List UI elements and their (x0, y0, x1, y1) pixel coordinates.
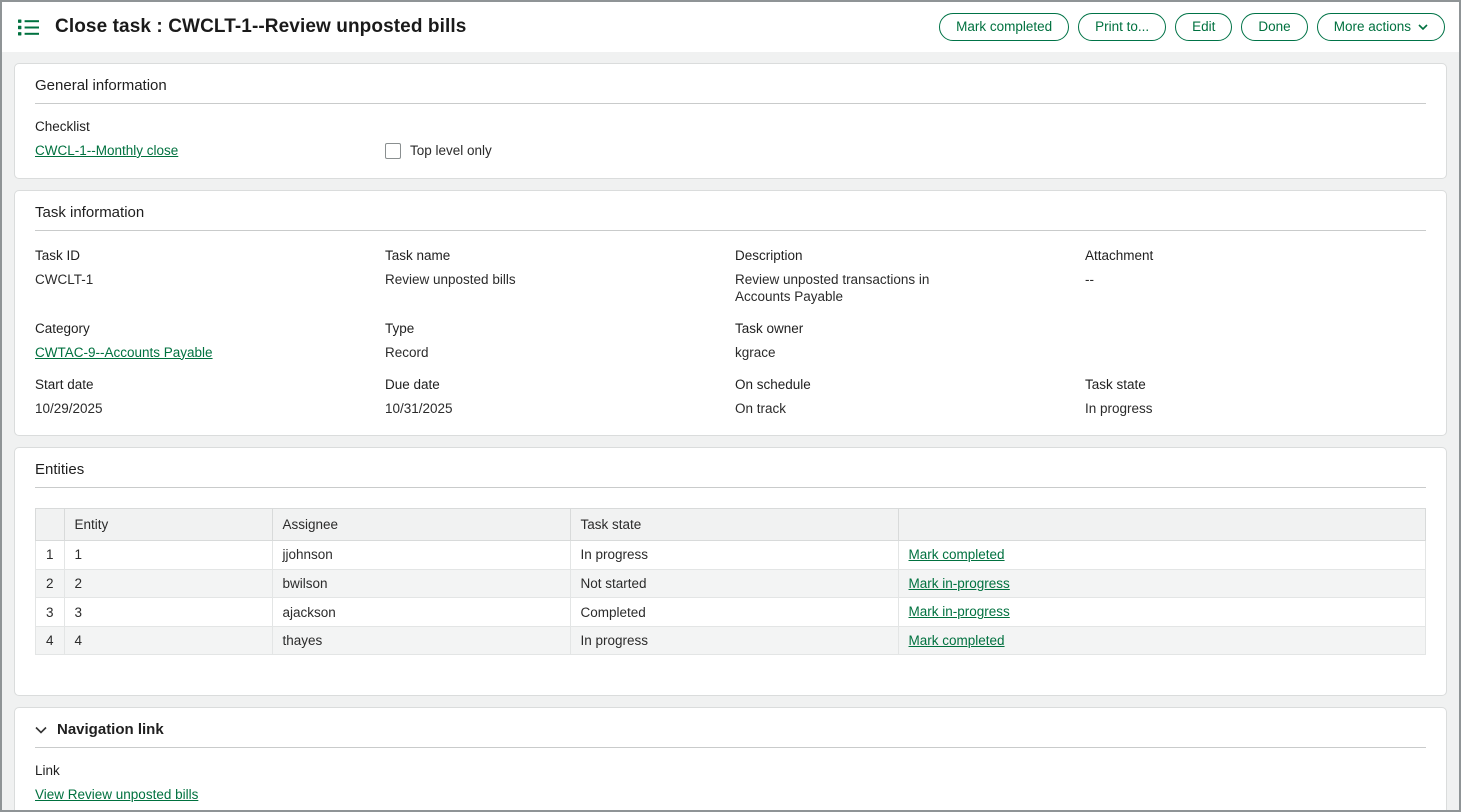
field-attachment: Attachment -- (1085, 248, 1426, 306)
table-row: 1 1 jjohnson In progress Mark completed (36, 541, 1426, 570)
entity-cell: 2 (64, 569, 272, 598)
top-level-only-checkbox[interactable] (385, 143, 401, 159)
mark-in-progress-link[interactable]: Mark in-progress (909, 604, 1010, 619)
collapse-chevron-icon[interactable] (35, 726, 47, 734)
more-actions-button[interactable]: More actions (1317, 13, 1445, 41)
entity-cell: 3 (64, 598, 272, 627)
checklist-link[interactable]: CWCL-1--Monthly close (35, 143, 178, 158)
assignee-cell: ajackson (272, 598, 570, 627)
more-actions-label: More actions (1334, 19, 1411, 35)
task-state-cell: In progress (570, 541, 898, 570)
main-content: General information Checklist CWCL-1--Mo… (2, 52, 1459, 812)
field-on-schedule: On schedule On track (735, 377, 1085, 417)
header: Close task : CWCLT-1--Review unposted bi… (2, 2, 1459, 52)
assignee-cell: thayes (272, 626, 570, 655)
entity-column-header: Entity (64, 509, 272, 541)
action-cell: Mark completed (898, 626, 1425, 655)
header-buttons: Mark completed Print to... Edit Done Mor… (939, 13, 1445, 41)
assignee-column-header: Assignee (272, 509, 570, 541)
entity-cell: 1 (64, 541, 272, 570)
field-task-owner: Task owner kgrace (735, 321, 1085, 362)
action-cell: Mark completed (898, 541, 1425, 570)
field-category: Category CWTAC-9--Accounts Payable (35, 321, 385, 362)
field-task-name: Task name Review unposted bills (385, 248, 735, 306)
entities-title: Entities (35, 461, 1426, 488)
entities-table: Entity Assignee Task state 1 1 jjohnson … (35, 508, 1426, 655)
action-cell: Mark in-progress (898, 598, 1425, 627)
chevron-down-icon (1418, 24, 1428, 30)
field-empty (1085, 321, 1426, 362)
action-cell: Mark in-progress (898, 569, 1425, 598)
navigation-link-section: Navigation link Link View Review unposte… (14, 707, 1447, 812)
table-row: 4 4 thayes In progress Mark completed (36, 626, 1426, 655)
field-type: Type Record (385, 321, 735, 362)
field-due-date: Due date 10/31/2025 (385, 377, 735, 417)
action-column-header (898, 509, 1425, 541)
field-task-state: Task state In progress (1085, 377, 1426, 417)
category-link[interactable]: CWTAC-9--Accounts Payable (35, 345, 213, 360)
field-task-id: Task ID CWCLT-1 (35, 248, 385, 306)
task-state-cell: In progress (570, 626, 898, 655)
task-state-column-header: Task state (570, 509, 898, 541)
table-header-row: Entity Assignee Task state (36, 509, 1426, 541)
assignee-cell: bwilson (272, 569, 570, 598)
field-start-date: Start date 10/29/2025 (35, 377, 385, 417)
entities-section: Entities Entity Assignee Task state (14, 447, 1447, 696)
top-level-only-label: Top level only (410, 143, 492, 158)
navigation-link-title: Navigation link (57, 721, 164, 738)
table-row: 3 3 ajackson Completed Mark in-progress (36, 598, 1426, 627)
general-information-section: General information Checklist CWCL-1--Mo… (14, 63, 1447, 179)
task-information-title: Task information (35, 204, 1426, 231)
mark-in-progress-link[interactable]: Mark in-progress (909, 576, 1010, 591)
print-to-button[interactable]: Print to... (1078, 13, 1166, 41)
mark-completed-button[interactable]: Mark completed (939, 13, 1069, 41)
done-button[interactable]: Done (1241, 13, 1307, 41)
row-number-header (36, 509, 65, 541)
view-review-unposted-bills-link[interactable]: View Review unposted bills (35, 787, 198, 802)
task-information-section: Task information Task ID CWCLT-1 Task na… (14, 190, 1447, 436)
checklist-list-icon[interactable] (16, 17, 41, 38)
checklist-label: Checklist (35, 119, 385, 136)
edit-button[interactable]: Edit (1175, 13, 1232, 41)
field-description: Description Review unposted transactions… (735, 248, 1085, 306)
table-row: 2 2 bwilson Not started Mark in-progress (36, 569, 1426, 598)
entity-cell: 4 (64, 626, 272, 655)
task-state-cell: Completed (570, 598, 898, 627)
general-information-title: General information (35, 77, 1426, 104)
task-state-cell: Not started (570, 569, 898, 598)
page-title: Close task : CWCLT-1--Review unposted bi… (55, 16, 466, 38)
mark-completed-link[interactable]: Mark completed (909, 633, 1005, 648)
mark-completed-link[interactable]: Mark completed (909, 547, 1005, 562)
assignee-cell: jjohnson (272, 541, 570, 570)
page: Close task : CWCLT-1--Review unposted bi… (0, 0, 1461, 812)
link-label: Link (35, 763, 1426, 780)
